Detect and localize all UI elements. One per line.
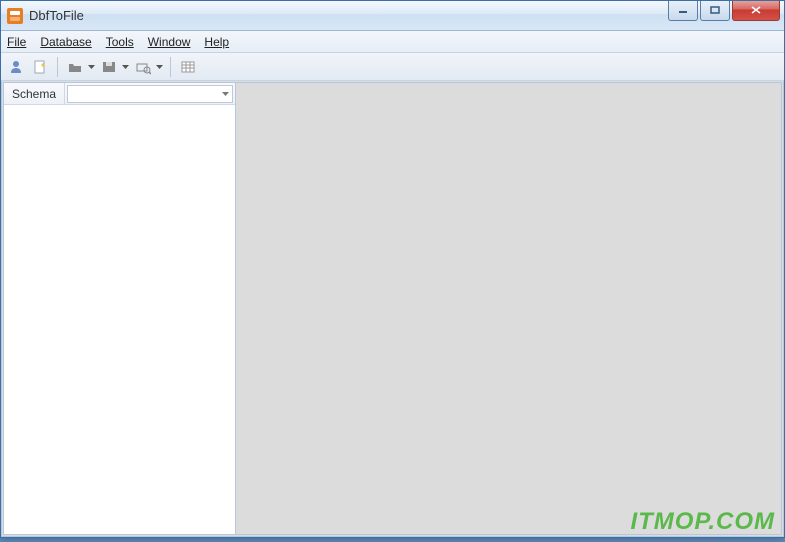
minimize-icon — [678, 6, 688, 14]
toolbar-save-button[interactable] — [98, 56, 120, 78]
toolbar-split-3 — [132, 56, 164, 78]
chevron-down-icon — [88, 65, 95, 69]
tree-view[interactable] — [4, 105, 235, 534]
schema-label: Schema — [4, 83, 65, 104]
toolbar — [1, 53, 784, 81]
save-icon — [101, 59, 117, 75]
toolbar-save-dropdown[interactable] — [120, 56, 130, 78]
toolbar-separator — [170, 57, 171, 77]
close-button[interactable] — [732, 1, 780, 21]
toolbar-connect-button[interactable] — [5, 56, 27, 78]
minimize-button[interactable] — [668, 1, 698, 21]
toolbar-query-dropdown[interactable] — [154, 56, 164, 78]
toolbar-folder-button[interactable] — [64, 56, 86, 78]
folder-icon — [67, 59, 83, 75]
menu-help[interactable]: Help — [204, 35, 229, 49]
window-controls — [666, 1, 784, 21]
toolbar-query-button[interactable] — [132, 56, 154, 78]
toolbar-split-1 — [64, 56, 96, 78]
maximize-icon — [710, 6, 720, 14]
grid-icon — [180, 59, 196, 75]
user-icon — [8, 59, 24, 75]
schema-combobox[interactable] — [67, 85, 233, 103]
window-title: DbfToFile — [29, 8, 666, 23]
close-icon — [751, 6, 761, 14]
main-panel — [236, 82, 782, 535]
toolbar-folder-dropdown[interactable] — [86, 56, 96, 78]
menu-file[interactable]: File — [7, 35, 26, 49]
maximize-button[interactable] — [700, 1, 730, 21]
app-window: DbfToFile File Database Tools Window Hel… — [0, 0, 785, 538]
toolbar-split-2 — [98, 56, 130, 78]
toolbar-new-button[interactable] — [29, 56, 51, 78]
menu-database[interactable]: Database — [40, 35, 91, 49]
menu-window[interactable]: Window — [148, 35, 191, 49]
chevron-down-icon — [222, 92, 229, 96]
schema-row: Schema — [4, 83, 235, 105]
content-area: Schema — [1, 81, 784, 537]
menubar: File Database Tools Window Help — [1, 31, 784, 53]
chevron-down-icon — [122, 65, 129, 69]
toolbar-grid-button[interactable] — [177, 56, 199, 78]
chevron-down-icon — [156, 65, 163, 69]
left-panel: Schema — [3, 82, 236, 535]
titlebar: DbfToFile — [1, 1, 784, 31]
app-icon — [7, 8, 23, 24]
document-sparkle-icon — [32, 59, 48, 75]
query-icon — [135, 59, 151, 75]
toolbar-separator — [57, 57, 58, 77]
menu-tools[interactable]: Tools — [106, 35, 134, 49]
